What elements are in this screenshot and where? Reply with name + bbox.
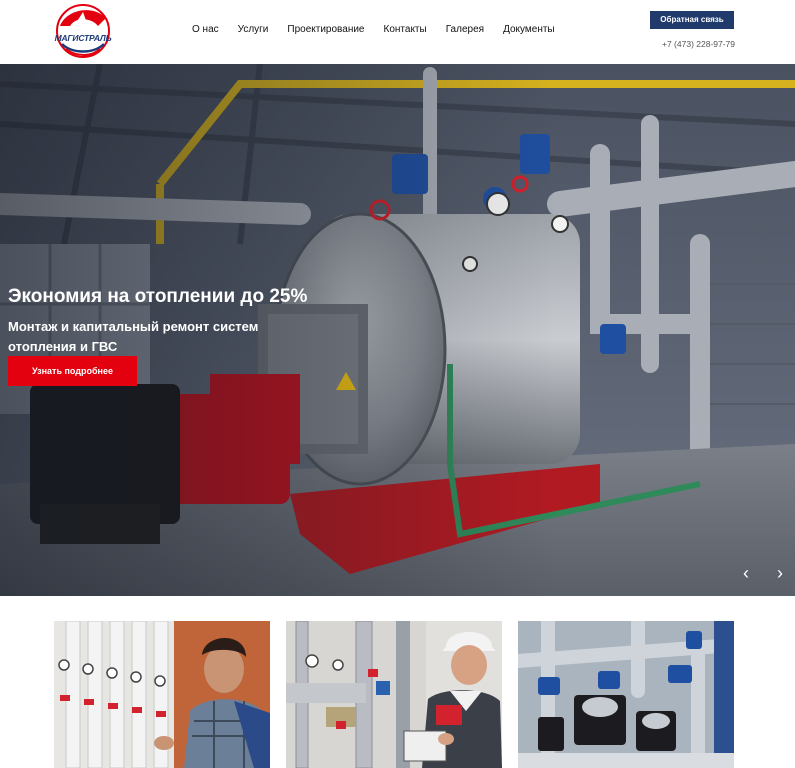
service-card-2[interactable] xyxy=(286,621,502,768)
logo-text: МАГИСТРАЛЬ xyxy=(54,33,112,43)
service-card-3[interactable] xyxy=(518,621,734,768)
logo-emblem xyxy=(56,4,110,58)
hero-subtitle: Монтаж и капитальный ремонт систем отопл… xyxy=(8,319,259,354)
nav-item-about[interactable]: О нас xyxy=(192,24,219,35)
pump-station-photo xyxy=(518,621,734,768)
hero-slider: Экономия на отоплении до 25% Монтаж и ка… xyxy=(0,64,795,596)
nav-item-services[interactable]: Услуги xyxy=(238,24,269,35)
feedback-button[interactable]: Обратная связь xyxy=(650,11,734,29)
chevron-right-icon[interactable]: › xyxy=(773,564,787,582)
learn-more-button[interactable]: Узнать подробнее xyxy=(8,356,137,386)
worker-with-heating-pipes-photo xyxy=(54,621,270,768)
nav-item-contacts[interactable]: Контакты xyxy=(384,24,427,35)
nav-item-design[interactable]: Проектирование xyxy=(287,24,364,35)
hero-title: Экономия на отоплении до 25% xyxy=(8,286,308,307)
logo[interactable]: МАГИСТРАЛЬ xyxy=(52,4,114,60)
main-nav: О нас Услуги Проектирование Контакты Гал… xyxy=(192,24,555,35)
nav-item-documents[interactable]: Документы xyxy=(503,24,555,35)
nav-item-gallery[interactable]: Галерея xyxy=(446,24,484,35)
phone-number[interactable]: +7 (473) 228-97-79 xyxy=(662,39,735,49)
service-card-1[interactable] xyxy=(54,621,270,768)
chevron-left-icon[interactable]: ‹ xyxy=(739,564,753,582)
site-header: МАГИСТРАЛЬ О нас Услуги Проектирование К… xyxy=(0,0,795,64)
engineer-with-clipboard-photo xyxy=(286,621,502,768)
